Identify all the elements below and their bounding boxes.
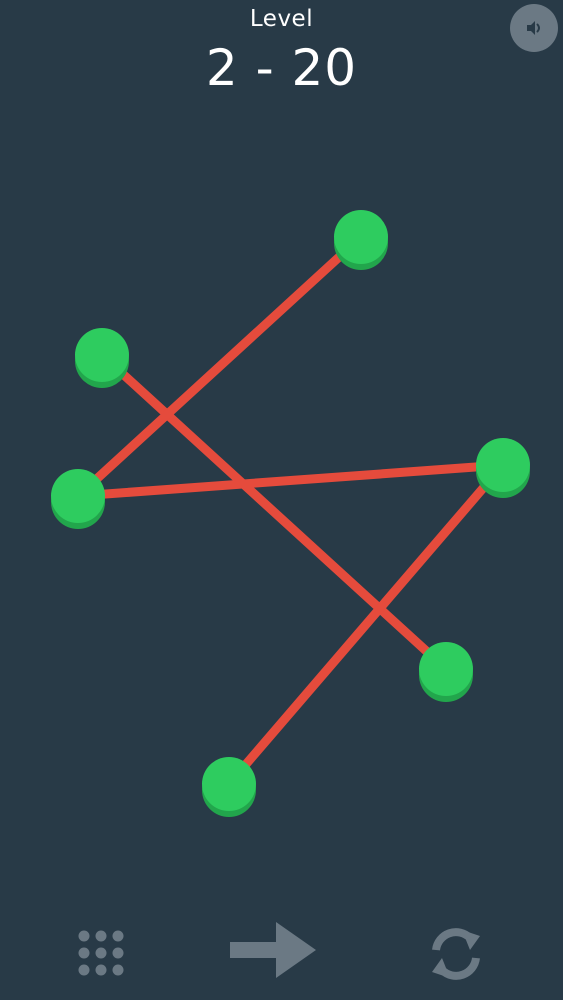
puzzle-board: [51, 210, 530, 817]
edges: [73, 232, 508, 789]
edge: [73, 460, 508, 501]
node-right-lower[interactable]: [419, 642, 473, 702]
arrow-right-icon: [230, 922, 316, 978]
next-level-button[interactable]: [228, 918, 320, 982]
node-left-middle[interactable]: [51, 469, 105, 529]
node-top[interactable]: [334, 210, 388, 270]
level-menu-button[interactable]: [76, 928, 126, 978]
grid-icon: [78, 930, 124, 976]
game-screen: Level 2 - 20: [0, 0, 563, 1000]
node-right-upper[interactable]: [476, 438, 530, 498]
node-left-upper[interactable]: [75, 328, 129, 388]
restart-button[interactable]: [424, 922, 488, 986]
refresh-icon: [432, 928, 480, 980]
edge: [97, 350, 451, 674]
node-bottom[interactable]: [202, 757, 256, 817]
